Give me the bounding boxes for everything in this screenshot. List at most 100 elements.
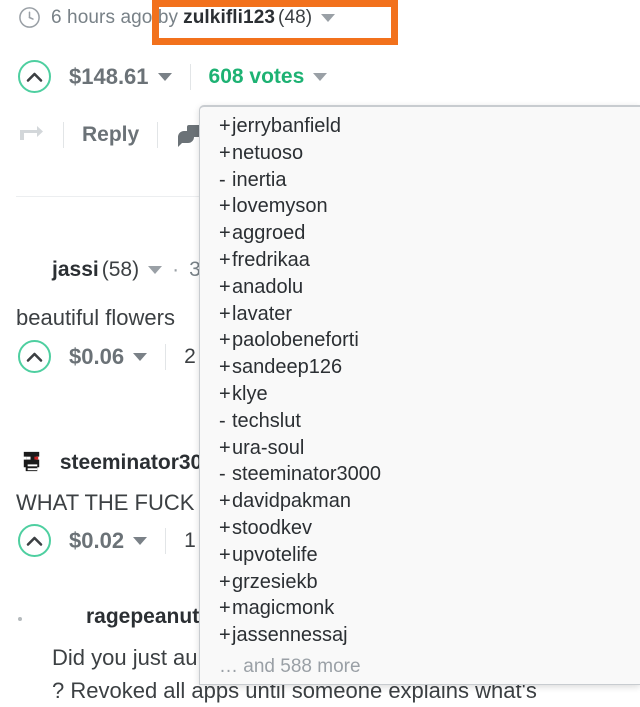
voter-item[interactable]: - inertia (200, 167, 640, 194)
comment-upvote-button[interactable] (18, 524, 51, 557)
voter-name[interactable]: klye (232, 383, 268, 405)
voter-item[interactable]: +jerrybanfield (200, 113, 640, 140)
voter-name[interactable]: jerrybanfield (232, 115, 341, 137)
voter-sign: + (219, 356, 231, 379)
comment-stats-jassi: $0.06 2 v (18, 340, 212, 373)
voter-item[interactable]: +fredrikaa (200, 247, 640, 274)
payout-chevron-down-icon[interactable] (157, 72, 172, 81)
comment-stats-divider (165, 343, 167, 370)
author-chevron-down-icon[interactable] (321, 13, 336, 22)
post-payout[interactable]: $148.61 (69, 64, 149, 90)
votes-chevron-down-icon[interactable] (313, 72, 328, 81)
voter-name[interactable]: sandeep126 (232, 356, 342, 378)
comment-body-ragepeanut-line1: Did you just au (52, 645, 198, 670)
voter-name[interactable]: inertia (232, 169, 286, 191)
comment-header-jassi: jassi (58) · 3 (52, 258, 201, 282)
voter-item[interactable]: +ura-soul (200, 435, 640, 462)
comment-header-ragepeanut: ragepeanut (86, 605, 199, 629)
comment-author-link[interactable]: steeminator300 (60, 451, 214, 474)
voter-item[interactable]: +upvotelife (200, 542, 640, 569)
post-author-link[interactable]: zulkifli123 (183, 7, 275, 29)
voter-name[interactable]: fredrikaa (232, 249, 310, 271)
voter-name[interactable]: paolobeneforti (232, 329, 359, 351)
voters-popup[interactable]: +jerrybanfield +netuoso - inertia +lovemyson… (199, 105, 640, 685)
post-timestamp: 6 hours ago by (51, 6, 179, 28)
voter-name[interactable]: anadolu (232, 276, 303, 298)
voter-item[interactable]: +aggroed (200, 220, 640, 247)
chevron-up-icon (26, 352, 43, 362)
voter-item[interactable]: +grzesiekb (200, 569, 640, 596)
voter-item[interactable]: +lavater (200, 301, 640, 328)
voter-sign: + (219, 115, 231, 137)
voters-list: +jerrybanfield +netuoso - inertia +lovemyson… (200, 113, 640, 649)
comment-author-chevron-down-icon[interactable] (148, 266, 163, 274)
comment-author-link[interactable]: jassi (52, 258, 99, 281)
voter-sign: + (219, 382, 231, 405)
voter-name[interactable]: magicmonk (232, 597, 334, 619)
clock-icon (19, 7, 40, 28)
voter-item[interactable]: +davidpakman (200, 488, 640, 515)
comment-stats-steeminator: $0.02 1 v (18, 524, 212, 557)
post-stats-row: $148.61 608 votes (18, 60, 328, 93)
voter-name[interactable]: aggroed (232, 222, 305, 244)
voter-name[interactable]: jassennessaj (232, 624, 348, 646)
voter-sign: + (219, 141, 231, 164)
resteem-icon[interactable] (18, 124, 45, 146)
voter-item[interactable]: +sandeep126 (200, 354, 640, 381)
voter-name[interactable]: lavater (232, 303, 292, 325)
comment-upvote-button[interactable] (18, 340, 51, 373)
voter-name[interactable]: grzesiekb (232, 571, 318, 593)
comment-body-steeminator: WHAT THE FUCK I (16, 490, 207, 515)
steeminator-avatar[interactable] (18, 448, 45, 475)
voter-sign: + (219, 597, 231, 620)
voter-sign: + (219, 624, 231, 647)
voter-sign: + (219, 490, 231, 513)
voter-item[interactable]: +stoodkev (200, 515, 640, 542)
voter-item[interactable]: +anadolu (200, 274, 640, 301)
comment-payout[interactable]: $0.06 (69, 344, 124, 370)
voter-name[interactable]: lovemyson (232, 195, 328, 217)
chevron-up-icon (26, 536, 43, 546)
stats-divider (189, 63, 191, 90)
comment-payout[interactable]: $0.02 (69, 528, 124, 554)
voter-item[interactable]: +lovemyson (200, 193, 640, 220)
voter-item[interactable]: +klye (200, 381, 640, 408)
comment-stats-divider (165, 527, 167, 554)
voter-sign: - (219, 168, 226, 191)
comment-payout-chevron-down-icon[interactable] (133, 536, 148, 545)
voter-name[interactable]: stoodkev (232, 517, 312, 539)
voter-sign: + (219, 195, 231, 218)
comment-separator: · (172, 258, 180, 281)
voter-sign: + (219, 570, 231, 593)
voter-name[interactable]: steeminator3000 (232, 463, 381, 485)
comment-header-steeminator: steeminator300 (18, 448, 214, 475)
voter-name[interactable]: davidpakman (232, 490, 351, 512)
voter-name[interactable]: netuoso (232, 142, 303, 164)
post-meta-row: 6 hours ago by zulkifli123 (48) (18, 6, 336, 29)
voter-sign: + (219, 248, 231, 271)
comment-author-link[interactable]: ragepeanut (86, 605, 199, 628)
actions-divider-2 (157, 122, 159, 148)
voter-sign: + (219, 222, 231, 245)
voter-item[interactable]: - techslut (200, 408, 640, 435)
voter-item[interactable]: +paolobeneforti (200, 327, 640, 354)
actions-divider-1 (63, 122, 64, 148)
voter-item[interactable]: +netuoso (200, 140, 640, 167)
voter-name[interactable]: ura-soul (232, 437, 304, 459)
reply-button[interactable]: Reply (82, 123, 139, 147)
voter-name[interactable]: techslut (232, 410, 301, 432)
voter-sign: + (219, 543, 231, 566)
voter-sign: + (219, 329, 231, 352)
voter-item[interactable]: +magicmonk (200, 595, 640, 622)
voter-sign: + (219, 275, 231, 298)
voter-sign: - (219, 409, 226, 432)
post-votes-count[interactable]: 608 votes (209, 65, 305, 89)
voter-item[interactable]: +jassennessaj (200, 622, 640, 649)
comment-payout-chevron-down-icon[interactable] (133, 352, 148, 361)
voter-sign: - (219, 463, 226, 486)
voter-name[interactable]: upvotelife (232, 544, 318, 566)
chevron-up-icon (26, 72, 43, 82)
voter-item[interactable]: - steeminator3000 (200, 461, 640, 488)
voters-more-label: … and 588 more (219, 655, 361, 677)
upvote-button[interactable] (18, 60, 51, 93)
